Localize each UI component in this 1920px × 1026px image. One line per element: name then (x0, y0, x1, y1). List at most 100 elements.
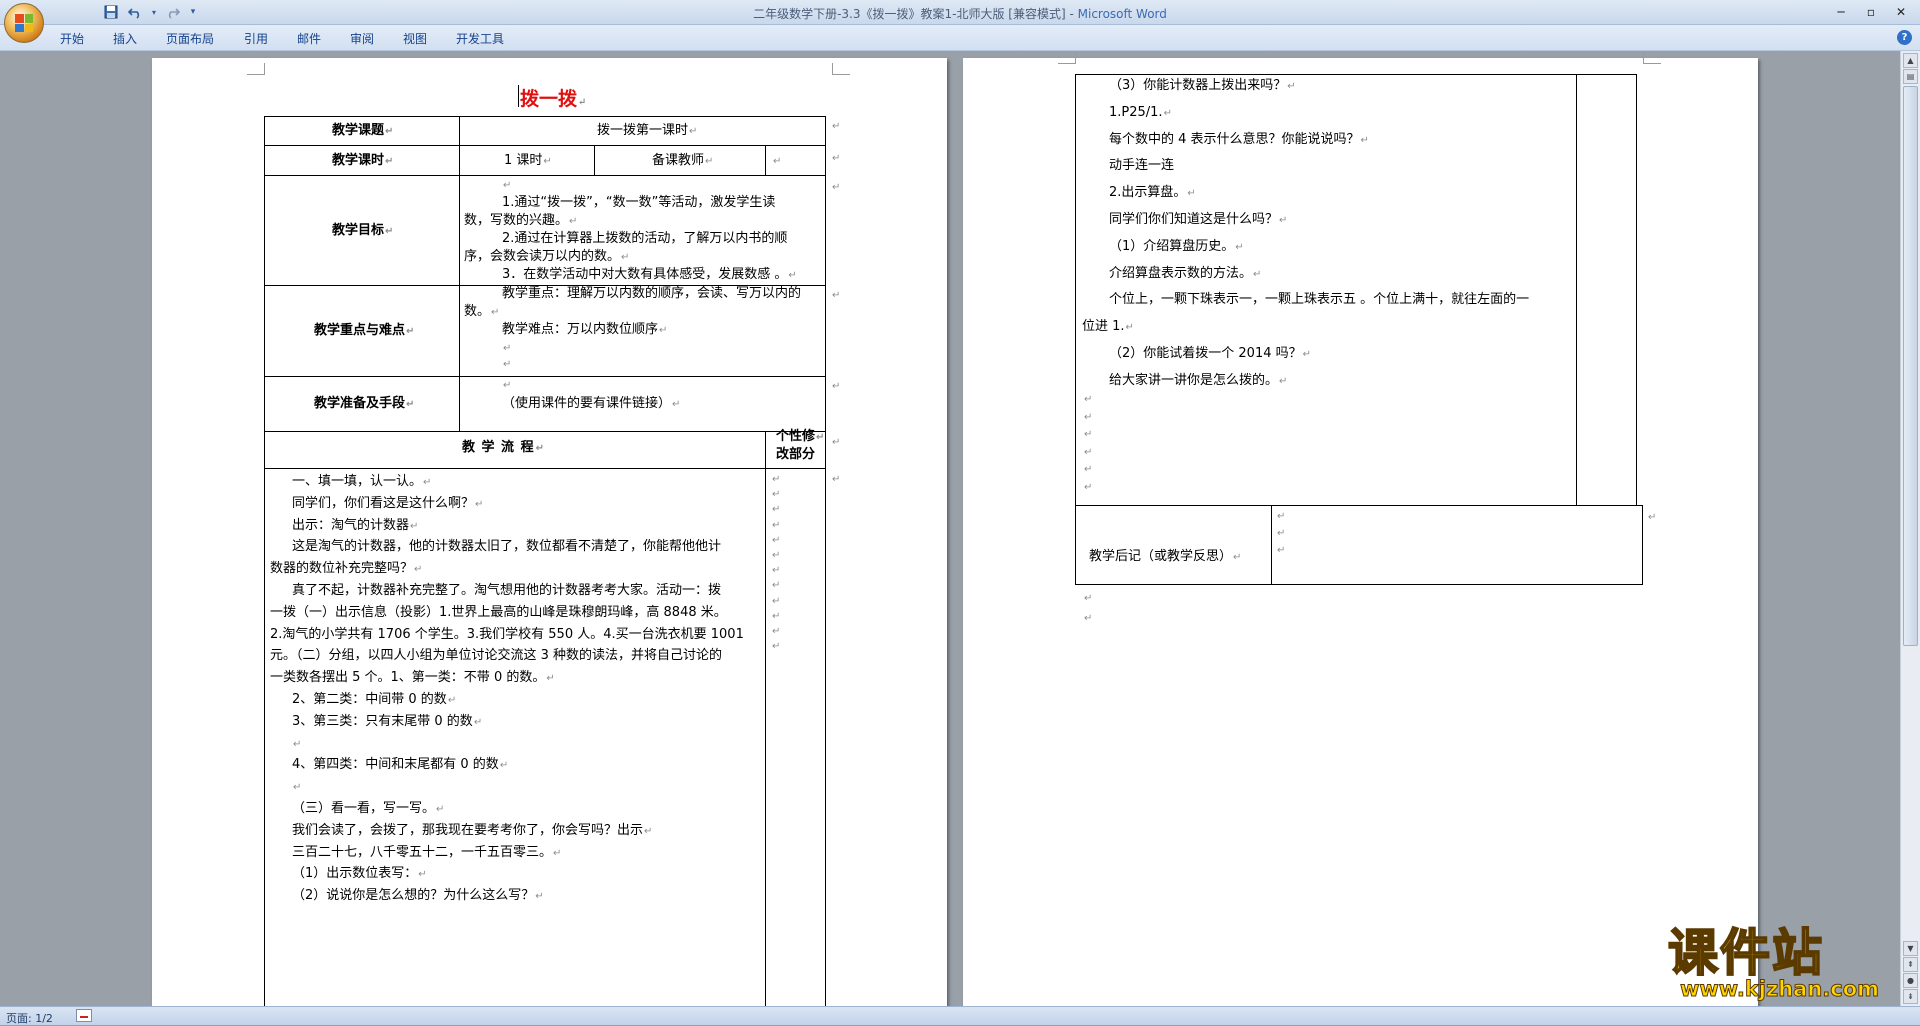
personal-mark: ↵ (772, 626, 781, 637)
personal-mark: ↵ (772, 534, 781, 546)
personal-mark: ↵ (772, 610, 781, 622)
personal-mark: ↵ (772, 580, 781, 592)
ruler-toggle-icon[interactable]: ▤ (1903, 69, 1918, 84)
cell-personal-body[interactable] (765, 468, 826, 1006)
restore-button[interactable]: ▫ (1856, 2, 1886, 21)
row-end-mark: ↵ (832, 290, 841, 301)
personal-mark: ↵ (772, 474, 781, 485)
page2-line: 个位上，一颗下珠表示一，一颗上珠表示五 。个位上满十，就往左面的一 (1109, 292, 1530, 308)
goals-label: 教学目标↵ (332, 223, 394, 238)
page2-line: 2.出示算盘。↵ (1109, 185, 1196, 201)
page2-line: 给大家讲一讲你是怎么拨的。↵ (1109, 372, 1288, 388)
scroll-down-icon[interactable]: ▼ (1903, 941, 1918, 956)
crop-mark (1643, 52, 1661, 64)
topic-value: 拨一拨第一课时↵ (597, 123, 698, 138)
watermark-url: www.kjzhan.com (1679, 977, 1880, 1002)
text-cursor (518, 85, 519, 107)
page2-line: （1）介绍算盘历史。↵ (1109, 238, 1244, 254)
minimize-button[interactable]: ─ (1826, 2, 1856, 21)
row-end-mark: ↵ (1648, 512, 1657, 523)
window-title: 二年级数学下册-3.3《拨一拨》教案1-北师大版 [兼容模式] - Micros… (0, 5, 1920, 22)
row-end-mark: ↵ (832, 474, 841, 485)
watermark-logo: 课件站 (1667, 924, 1824, 982)
window-controls: ─ ▫ ✕ (1826, 2, 1916, 21)
page2-line: 介绍算盘表示数的方法。↵ (1109, 265, 1262, 281)
personal-mark: ↵ (772, 519, 781, 531)
crop-mark (247, 63, 265, 75)
ribbon-tabs: 开始 插入 页面布局 引用 邮件 审阅 视图 开发工具 ? (0, 25, 1920, 51)
row-end-mark: ↵ (832, 121, 841, 132)
prep-value: （使用课件的要有课件链接）↵ (502, 396, 681, 411)
reflection-label: 教学后记（或教学反思）↵ (1089, 549, 1242, 564)
title-bar: ▾ ▾ 二年级数学下册-3.3《拨一拨》教案1-北师大版 [兼容模式] - Mi… (0, 0, 1920, 25)
page2-line: （3）你能计数器上拨出来吗？↵ (1109, 78, 1296, 93)
prep-label: 教学准备及手段↵ (314, 396, 415, 411)
document-workspace: 拨一拨↵ 教学课题↵ 拨一拨第一课时↵ 教学课时↵ 1 课时↵ 备课教师↵ ↵ … (0, 51, 1900, 1006)
status-bar: 页面: 1/2 (0, 1006, 1920, 1025)
personal-mark: ↵ (772, 595, 781, 607)
hours-label: 教学课时↵ (332, 153, 394, 168)
crop-mark (832, 63, 850, 75)
paragraph-mark: ↵ (1084, 593, 1093, 604)
flow-line: 3、第三类：只有末尾带 0 的数↵ (292, 713, 483, 729)
flow-line: （2）说说你是怎么想的？为什么这么写？↵ (292, 888, 544, 904)
tab-home[interactable]: 开始 (60, 30, 84, 47)
teacher-value: ↵ (773, 156, 782, 167)
page2-line: 同学们你们知道这是什么吗？↵ (1109, 212, 1288, 227)
tab-mailings[interactable]: 邮件 (297, 30, 321, 47)
row-end-mark: ↵ (832, 437, 841, 448)
paragraph-mark: ↵ (1084, 613, 1093, 624)
paragraph-mark: ↵ (1084, 394, 1093, 405)
close-button[interactable]: ✕ (1886, 2, 1916, 21)
document-title[interactable]: 拨一拨↵ (520, 84, 586, 111)
tab-developer[interactable]: 开发工具 (456, 30, 504, 47)
personal-mark: ↵ (772, 489, 781, 501)
focus-line: 教学重点：理解万以内数的顺序，会读、写万以内的 (502, 286, 802, 301)
personal-mark: ↵ (772, 641, 781, 653)
page2-line: 1.P25/1.↵ (1109, 104, 1172, 120)
row-end-mark: ↵ (832, 153, 841, 164)
tab-page-layout[interactable]: 页面布局 (166, 30, 214, 47)
page2-line: 动手连一连 (1109, 158, 1175, 174)
page-count-status[interactable]: 页面: 1/2 (6, 1010, 53, 1026)
reflection-mark: ↵ (1277, 528, 1286, 539)
document-title-text: 拨一拨 (520, 88, 578, 110)
previous-page-icon[interactable]: ⇞ (1903, 957, 1918, 972)
cell-reflection-value[interactable] (1271, 505, 1643, 585)
office-button[interactable] (4, 3, 44, 43)
personal-mark: ↵ (772, 565, 781, 577)
tab-insert[interactable]: 插入 (113, 30, 137, 47)
flow-line: 4、第四类：中间和末尾都有 0 的数↵ (292, 757, 509, 773)
scrollbar-thumb[interactable] (1903, 86, 1918, 646)
vertical-scrollbar[interactable]: ▲ ▤ ▼ ⇞ ● ⇟ (1900, 51, 1920, 1006)
focus-label: 教学重点与难点↵ (314, 323, 415, 338)
teacher-label: 备课教师↵ (652, 153, 714, 168)
row-end-mark: ↵ (832, 381, 841, 392)
personal-label: 个性修↵ 改部分 (776, 429, 825, 462)
tab-references[interactable]: 引用 (244, 30, 268, 47)
watermark: 课件站 www.kjzhan.com (1667, 924, 1898, 1002)
office-logo-icon (15, 14, 33, 32)
paragraph-mark: ↵ (1084, 411, 1093, 423)
select-browse-object-icon[interactable]: ● (1903, 973, 1918, 988)
scroll-up-icon[interactable]: ▲ (1903, 53, 1918, 68)
paragraph-mark: ↵ (1084, 429, 1093, 440)
tab-view[interactable]: 视图 (403, 30, 427, 47)
personal-mark: ↵ (772, 550, 781, 561)
help-icon[interactable]: ? (1897, 30, 1912, 45)
next-page-icon[interactable]: ⇟ (1903, 989, 1918, 1004)
focus-line: 教学难点：万以内数位顺序↵ (502, 322, 668, 337)
cell-personal-body-continued[interactable] (1576, 74, 1637, 506)
tab-review[interactable]: 审阅 (350, 30, 374, 47)
focus-line: 数。↵ (464, 304, 500, 319)
page2-line: （2）你能试着拨一个 2014 吗？↵ (1109, 346, 1312, 361)
reflection-mark: ↵ (1277, 511, 1286, 522)
page2-line: 位进 1.↵ (1082, 319, 1134, 335)
topic-label: 教学课题↵ (332, 123, 394, 138)
proofing-icon[interactable] (76, 1009, 92, 1022)
personal-mark: ↵ (772, 504, 781, 516)
document-page-2: （3）你能计数器上拨出来吗？↵ 1.P25/1.↵ 每个数中的 4 表示什么意思？你… (963, 52, 1758, 1006)
window-title-doc: 二年级数学下册-3.3《拨一拨》教案1-北师大版 [兼容模式] - (753, 7, 1078, 21)
reflection-mark: ↵ (1277, 545, 1286, 556)
row-end-mark: ↵ (832, 182, 841, 193)
